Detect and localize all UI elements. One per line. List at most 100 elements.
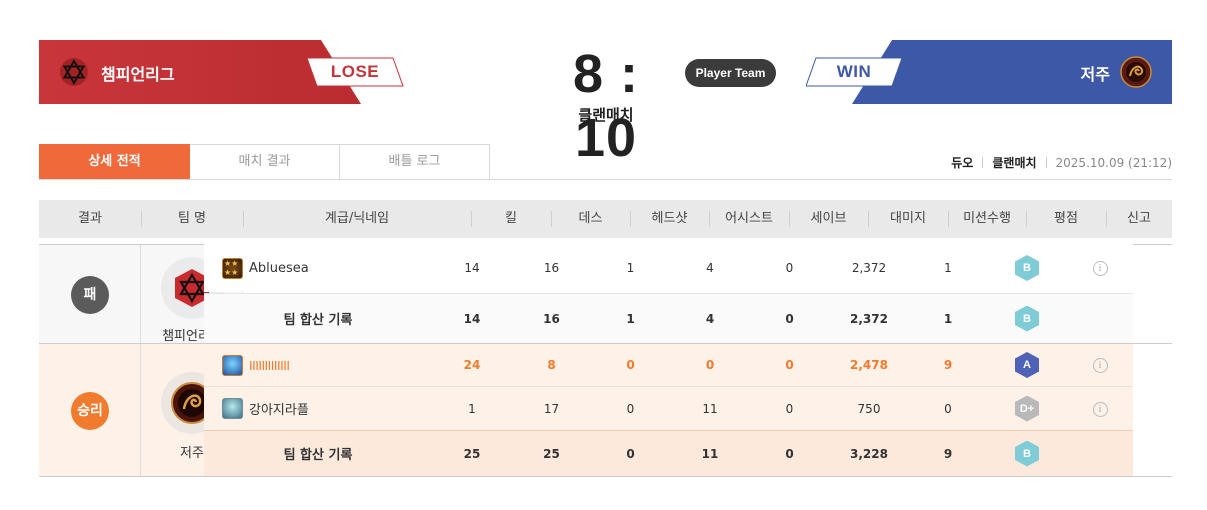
result-badge-lose: 패 [71,276,109,314]
team-total-label: 팀 합산 기록 [283,313,353,328]
col-missions: 미션수행 [948,200,1026,238]
total-grade-cell: B [987,440,1067,467]
total-assists: 11 [701,446,719,461]
grade-cell: A [987,352,1067,378]
total-damage: 3,228 [850,446,888,461]
report-info-icon[interactable]: i [1092,261,1108,276]
result-cell: 승리 [39,344,141,476]
player-name-cell[interactable]: IIIIIIIIIIIII [204,354,432,376]
teal-rank-icon [222,398,243,419]
deaths: 16 [543,261,560,275]
headshots: 1 [626,261,635,275]
player-team-badge: Player Team [685,59,776,87]
total-saves: 0 [785,446,794,461]
col-result: 결과 [78,211,102,226]
total-damage: 2,372 [850,311,888,326]
col-damage: 대미지 [868,200,948,238]
gold-star-rank-icon [222,257,243,279]
total-headshots: 1 [626,311,635,326]
report-cell: i [1067,260,1133,276]
missions: 1 [944,261,952,275]
total-deaths: 16 [543,311,560,326]
report-info-icon[interactable]: i [1092,401,1108,417]
total-deaths: 25 [543,446,560,461]
damage: 2,478 [850,358,888,372]
dragon-emblem-icon [1120,56,1152,88]
grade-badge: D+ [1015,395,1039,422]
meta-divider [982,157,984,168]
grade-badge: B [1015,440,1039,467]
tab-battle-log[interactable]: 배틀 로그 [340,144,490,180]
deaths: 8 [547,358,556,372]
right-team-name: 저주 [1080,65,1110,84]
total-saves: 0 [785,311,794,326]
report-info-icon[interactable]: i [1092,358,1108,373]
col-report: 신고 [1106,200,1172,238]
total-grade-cell: B [987,305,1067,332]
saves: 0 [785,401,794,416]
win-label: WIN [836,62,872,81]
right-team-banner: WIN 저주 [806,40,1172,104]
saves: 0 [785,261,794,275]
team-total-row: 팀 합산 기록 14 16 1 4 0 2,372 1 B [204,293,1133,343]
assists: 11 [702,401,718,416]
match-meta: 듀오 클랜매치 2025.10.09 (21:12) [951,154,1172,171]
table-header: 결과 팀 명 계급/닉네임 킬 데스 헤드샷 어시스트 세이브 대미지 미션수행… [39,200,1172,238]
player-row: IIIIIIIIIIIII 24 8 0 0 0 2,478 9 A i [204,344,1133,386]
meta-divider [1045,157,1047,168]
result-cell: 패 [39,245,141,343]
grade-badge: A [1015,352,1039,378]
damage: 750 [857,401,881,416]
lose-tag: LOSE [307,57,405,87]
tab-match-result[interactable]: 매치 결과 [190,144,340,180]
report-cell: i [1067,357,1133,373]
lose-label: LOSE [330,62,380,81]
total-missions: 9 [943,446,953,461]
deaths: 17 [543,401,560,416]
match-datetime: 2025.10.09 (21:12) [1055,155,1172,170]
kills: 14 [464,261,480,275]
col-headshots: 헤드샷 [630,200,709,238]
match-kind: 클랜매치 [992,156,1037,170]
player-nickname: 강아지라플 [249,403,309,418]
player-nickname: Abluesea [249,260,309,276]
grade-cell: D+ [987,395,1067,422]
player-name-cell[interactable]: Abluesea [204,257,432,279]
grade-cell: B [987,255,1067,281]
assists: 0 [705,358,715,372]
col-assists: 어시스트 [709,200,789,238]
player-nickname: IIIIIIIIIIIII [249,357,290,373]
player-row: Abluesea 14 16 1 4 0 2,372 1 B i [204,244,1133,292]
left-team-banner: 챔피언리그 LOSE [39,40,404,104]
tabs-divider [39,179,1172,180]
col-deaths: 데스 [551,200,630,238]
col-team: 팀 명 [141,200,243,238]
team-total-row: 팀 합산 기록 25 25 0 11 0 3,228 9 B [204,430,1133,476]
total-assists: 4 [705,311,715,326]
assists: 4 [706,261,714,275]
damage: 2,372 [851,261,887,275]
total-missions: 1 [943,311,953,326]
match-mode: 듀오 [951,156,974,170]
saves: 0 [785,358,794,372]
blue-shield-rank-icon [222,354,243,376]
missions: 9 [943,358,953,372]
kills: 1 [468,401,476,416]
team-total-label: 팀 합산 기록 [283,448,353,463]
hexagram-emblem-icon [60,58,88,86]
win-tag: WIN [806,57,904,87]
match-type-label: 클랜매치 [578,106,634,124]
left-team-name: 챔피언리그 [101,65,175,84]
col-kills: 킬 [471,200,551,238]
col-saves: 세이브 [789,200,868,238]
col-grade: 평점 [1026,200,1106,238]
result-badge-win: 승리 [71,392,109,430]
player-name-cell[interactable]: 강아지라플 [204,398,432,419]
missions: 0 [944,401,952,416]
total-kills: 14 [463,311,481,326]
kills: 24 [463,358,481,372]
headshots: 0 [626,401,635,416]
tab-detail-record[interactable]: 상세 전적 [39,144,190,180]
total-headshots: 0 [626,446,635,461]
player-row: 강아지라플 1 17 0 11 0 750 0 D+ i [204,386,1133,430]
